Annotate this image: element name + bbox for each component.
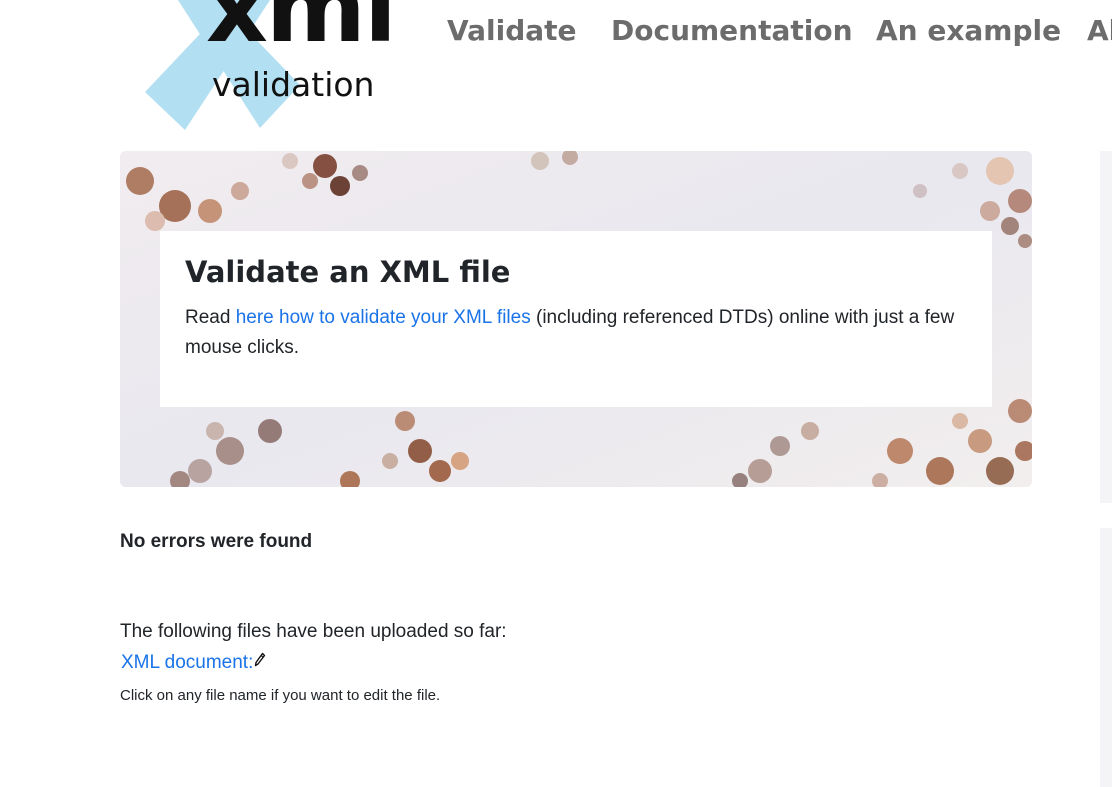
hero-text-before: Read (185, 307, 236, 328)
nav-about[interactable]: Al (1087, 14, 1112, 47)
side-panel-bottom (1100, 528, 1112, 787)
nav-validate[interactable]: Validate (447, 14, 577, 47)
side-panel-top (1100, 151, 1112, 503)
validation-status: No errors were found (120, 531, 313, 552)
pencil-icon[interactable] (254, 652, 266, 674)
page-title: Validate an XML file (185, 255, 511, 289)
hero-banner: Validate an XML file Read here how to va… (120, 151, 1032, 487)
logo-text: xml (206, 0, 397, 64)
logo-subtitle: validation (212, 65, 375, 104)
hero-description: Read here how to validate your XML files… (185, 303, 975, 363)
edit-hint: Click on any file name if you want to ed… (120, 687, 441, 704)
uploaded-files-intro: The following files have been uploaded s… (120, 621, 507, 642)
site-logo[interactable]: xml validation (140, 0, 400, 135)
how-to-validate-link[interactable]: here how to validate your XML files (236, 307, 531, 328)
hero-card: Validate an XML file Read here how to va… (160, 231, 992, 407)
nav-an-example[interactable]: An example (876, 14, 1061, 47)
xml-document-link[interactable]: XML document: (121, 652, 253, 673)
uploaded-file-item: XML document: (121, 652, 266, 674)
nav-documentation[interactable]: Documentation (611, 14, 853, 47)
